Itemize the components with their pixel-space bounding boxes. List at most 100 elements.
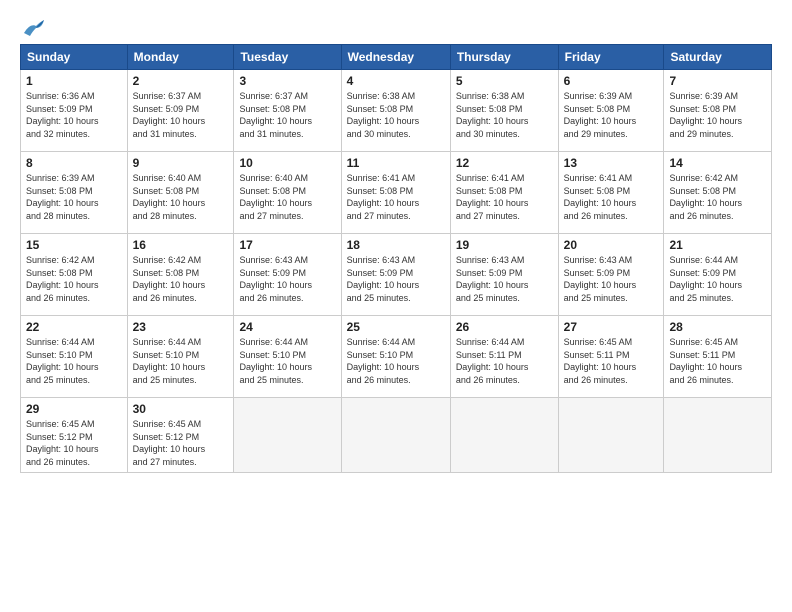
day-number: 9 [133,156,229,170]
day-number: 18 [347,238,445,252]
calendar-cell: 26Sunrise: 6:44 AMSunset: 5:11 PMDayligh… [450,316,558,398]
calendar-week-row: 1 Sunrise: 6:36 AMSunset: 5:09 PMDaylight… [21,70,772,152]
day-number: 7 [669,74,766,88]
calendar-cell: 23 Sunrise: 6:44 AMSunset: 5:10 PMDayligh… [127,316,234,398]
cell-info: Sunrise: 6:41 AMSunset: 5:08 PMDaylight:… [456,173,529,221]
day-number: 24 [239,320,335,334]
calendar-cell: 15Sunrise: 6:42 AMSunset: 5:08 PMDayligh… [21,234,128,316]
column-header-monday: Monday [127,45,234,70]
cell-info: Sunrise: 6:45 AMSunset: 5:11 PMDaylight:… [564,337,637,385]
calendar-cell: 16 Sunrise: 6:42 AMSunset: 5:08 PMDayligh… [127,234,234,316]
calendar-week-row: 15Sunrise: 6:42 AMSunset: 5:08 PMDayligh… [21,234,772,316]
calendar-table: SundayMondayTuesdayWednesdayThursdayFrid… [20,44,772,473]
cell-info: Sunrise: 6:43 AMSunset: 5:09 PMDaylight:… [347,255,420,303]
calendar-cell: 25 Sunrise: 6:44 AMSunset: 5:10 PMDayligh… [341,316,450,398]
cell-info: Sunrise: 6:39 AMSunset: 5:08 PMDaylight:… [564,91,637,139]
day-number: 29 [26,402,122,416]
day-number: 12 [456,156,553,170]
calendar-cell: 6 Sunrise: 6:39 AMSunset: 5:08 PMDaylight… [558,70,664,152]
calendar-cell: 30 Sunrise: 6:45 AMSunset: 5:12 PMDayligh… [127,398,234,473]
calendar-week-row: 8Sunrise: 6:39 AMSunset: 5:08 PMDaylight… [21,152,772,234]
logo-bird-icon [22,18,44,38]
calendar-cell [341,398,450,473]
logo [20,18,44,34]
cell-info: Sunrise: 6:45 AMSunset: 5:12 PMDaylight:… [26,419,99,467]
cell-info: Sunrise: 6:37 AMSunset: 5:09 PMDaylight:… [133,91,206,139]
column-header-sunday: Sunday [21,45,128,70]
calendar-cell: 27 Sunrise: 6:45 AMSunset: 5:11 PMDayligh… [558,316,664,398]
day-number: 30 [133,402,229,416]
calendar-cell: 4 Sunrise: 6:38 AMSunset: 5:08 PMDaylight… [341,70,450,152]
day-number: 14 [669,156,766,170]
cell-info: Sunrise: 6:43 AMSunset: 5:09 PMDaylight:… [564,255,637,303]
calendar-week-row: 22 Sunrise: 6:44 AMSunset: 5:10 PMDayligh… [21,316,772,398]
calendar-cell: 13 Sunrise: 6:41 AMSunset: 5:08 PMDayligh… [558,152,664,234]
calendar-cell: 20 Sunrise: 6:43 AMSunset: 5:09 PMDayligh… [558,234,664,316]
calendar-cell: 8Sunrise: 6:39 AMSunset: 5:08 PMDaylight… [21,152,128,234]
day-number: 28 [669,320,766,334]
calendar-body: 1 Sunrise: 6:36 AMSunset: 5:09 PMDaylight… [21,70,772,473]
day-number: 4 [347,74,445,88]
calendar-cell: 24Sunrise: 6:44 AMSunset: 5:10 PMDayligh… [234,316,341,398]
column-header-saturday: Saturday [664,45,772,70]
cell-info: Sunrise: 6:38 AMSunset: 5:08 PMDaylight:… [347,91,420,139]
cell-info: Sunrise: 6:39 AMSunset: 5:08 PMDaylight:… [669,91,742,139]
calendar-cell: 9 Sunrise: 6:40 AMSunset: 5:08 PMDaylight… [127,152,234,234]
calendar-cell: 22Sunrise: 6:44 AMSunset: 5:10 PMDayligh… [21,316,128,398]
calendar-cell: 11 Sunrise: 6:41 AMSunset: 5:08 PMDayligh… [341,152,450,234]
cell-info: Sunrise: 6:42 AMSunset: 5:08 PMDaylight:… [669,173,742,221]
calendar-cell: 5 Sunrise: 6:38 AMSunset: 5:08 PMDaylight… [450,70,558,152]
day-number: 27 [564,320,659,334]
cell-info: Sunrise: 6:45 AMSunset: 5:11 PMDaylight:… [669,337,742,385]
day-number: 16 [133,238,229,252]
cell-info: Sunrise: 6:43 AMSunset: 5:09 PMDaylight:… [239,255,312,303]
cell-info: Sunrise: 6:44 AMSunset: 5:09 PMDaylight:… [669,255,742,303]
calendar-cell: 1 Sunrise: 6:36 AMSunset: 5:09 PMDaylight… [21,70,128,152]
cell-info: Sunrise: 6:40 AMSunset: 5:08 PMDaylight:… [133,173,206,221]
cell-info: Sunrise: 6:41 AMSunset: 5:08 PMDaylight:… [564,173,637,221]
calendar-cell: 3 Sunrise: 6:37 AMSunset: 5:08 PMDaylight… [234,70,341,152]
calendar-cell [664,398,772,473]
calendar-cell: 12 Sunrise: 6:41 AMSunset: 5:08 PMDayligh… [450,152,558,234]
cell-info: Sunrise: 6:42 AMSunset: 5:08 PMDaylight:… [26,255,99,303]
calendar-cell: 29 Sunrise: 6:45 AMSunset: 5:12 PMDayligh… [21,398,128,473]
cell-info: Sunrise: 6:45 AMSunset: 5:12 PMDaylight:… [133,419,206,467]
cell-info: Sunrise: 6:37 AMSunset: 5:08 PMDaylight:… [239,91,312,139]
day-number: 22 [26,320,122,334]
day-number: 5 [456,74,553,88]
cell-info: Sunrise: 6:36 AMSunset: 5:09 PMDaylight:… [26,91,99,139]
calendar-cell: 14 Sunrise: 6:42 AMSunset: 5:08 PMDayligh… [664,152,772,234]
cell-info: Sunrise: 6:41 AMSunset: 5:08 PMDaylight:… [347,173,420,221]
day-number: 19 [456,238,553,252]
day-number: 2 [133,74,229,88]
calendar-week-row: 29 Sunrise: 6:45 AMSunset: 5:12 PMDayligh… [21,398,772,473]
cell-info: Sunrise: 6:44 AMSunset: 5:10 PMDaylight:… [133,337,206,385]
day-number: 21 [669,238,766,252]
day-number: 20 [564,238,659,252]
cell-info: Sunrise: 6:44 AMSunset: 5:11 PMDaylight:… [456,337,529,385]
calendar-cell: 17Sunrise: 6:43 AMSunset: 5:09 PMDayligh… [234,234,341,316]
day-number: 11 [347,156,445,170]
calendar-cell [450,398,558,473]
day-number: 23 [133,320,229,334]
cell-info: Sunrise: 6:43 AMSunset: 5:09 PMDaylight:… [456,255,529,303]
calendar-cell: 19 Sunrise: 6:43 AMSunset: 5:09 PMDayligh… [450,234,558,316]
cell-info: Sunrise: 6:38 AMSunset: 5:08 PMDaylight:… [456,91,529,139]
calendar-cell [558,398,664,473]
cell-info: Sunrise: 6:44 AMSunset: 5:10 PMDaylight:… [347,337,420,385]
cell-info: Sunrise: 6:42 AMSunset: 5:08 PMDaylight:… [133,255,206,303]
day-number: 3 [239,74,335,88]
day-number: 1 [26,74,122,88]
calendar-cell: 7 Sunrise: 6:39 AMSunset: 5:08 PMDaylight… [664,70,772,152]
calendar-cell: 28 Sunrise: 6:45 AMSunset: 5:11 PMDayligh… [664,316,772,398]
cell-info: Sunrise: 6:40 AMSunset: 5:08 PMDaylight:… [239,173,312,221]
column-header-wednesday: Wednesday [341,45,450,70]
day-number: 25 [347,320,445,334]
column-header-tuesday: Tuesday [234,45,341,70]
page-header [20,18,772,34]
day-number: 13 [564,156,659,170]
calendar-cell [234,398,341,473]
day-number: 6 [564,74,659,88]
day-number: 8 [26,156,122,170]
calendar-cell: 18 Sunrise: 6:43 AMSunset: 5:09 PMDayligh… [341,234,450,316]
